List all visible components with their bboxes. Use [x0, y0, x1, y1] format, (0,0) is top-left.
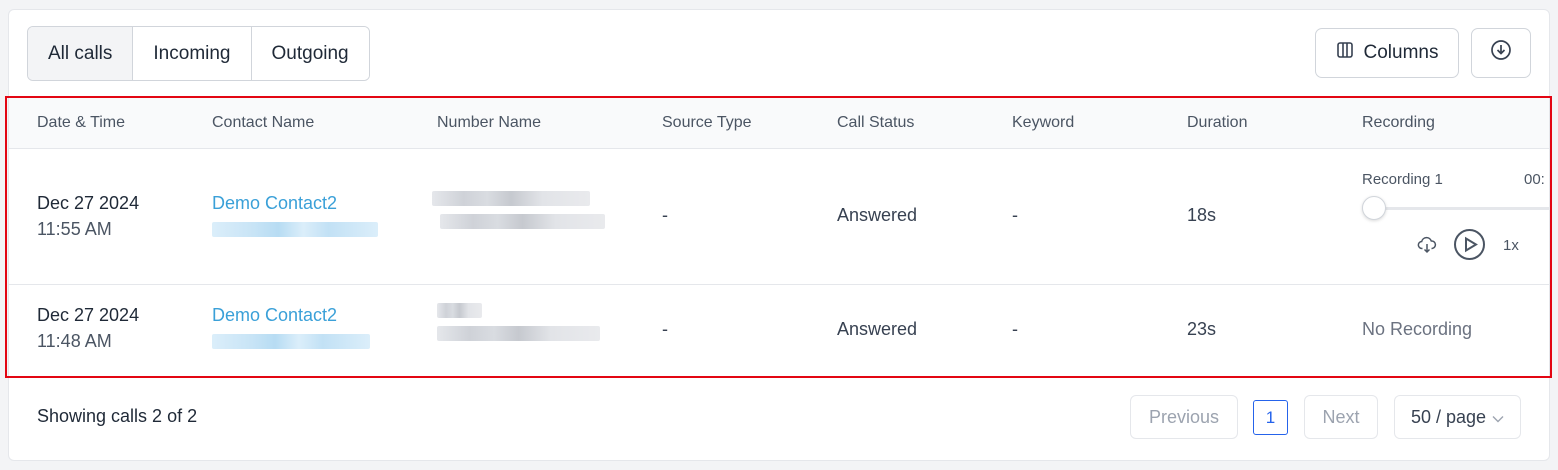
tab-incoming[interactable]: Incoming [133, 27, 252, 80]
page-size-value: 50 / page [1410, 406, 1487, 427]
no-recording-text: No Recording [1362, 319, 1473, 339]
call-filter-tabs: All calls Incoming Outgoing [27, 26, 370, 81]
header-recording[interactable]: Recording [1362, 96, 1435, 149]
download-button[interactable] [1471, 28, 1531, 78]
source-type-cell: - [662, 205, 668, 225]
download-recording-icon[interactable] [1417, 235, 1437, 260]
contact-link[interactable]: Demo Contact2 [212, 305, 382, 326]
header-source-type[interactable]: Source Type [662, 96, 752, 149]
call-status-cell: Answered [837, 319, 918, 339]
call-status-cell: Answered [837, 205, 918, 225]
contact-cell: Demo Contact2 [212, 305, 382, 349]
tab-all-calls[interactable]: All calls [28, 27, 134, 80]
header-duration[interactable]: Duration [1187, 96, 1247, 149]
header-date-time[interactable]: Date & Time [37, 96, 125, 149]
calls-table: Date & Time Contact Name Number Name Sou… [9, 96, 1549, 378]
columns-label: Columns [1363, 42, 1439, 63]
page-size-select[interactable]: 50 / page [1394, 395, 1521, 439]
chevron-down-icon [1492, 407, 1504, 428]
call-date: Dec 27 2024 [37, 305, 140, 325]
call-time: 11:55 AM [37, 219, 112, 239]
redacted-number [440, 214, 605, 229]
next-page-button[interactable]: Next [1304, 395, 1378, 439]
columns-icon [1336, 41, 1354, 65]
redacted-phone [212, 222, 378, 237]
keyword-cell: - [1012, 205, 1018, 225]
recording-progress-track[interactable] [1372, 207, 1549, 210]
date-time-cell: Dec 27 2024 11:55 AM [37, 193, 139, 240]
redacted-number [437, 326, 600, 341]
header-contact-name[interactable]: Contact Name [212, 96, 314, 149]
date-time-cell: Dec 27 2024 11:48 AM [37, 305, 139, 352]
table-row[interactable]: Dec 27 2024 11:55 AM Demo Contact2 - Ans… [9, 149, 1549, 285]
redacted-number-name [432, 191, 590, 206]
recording-time: 00: [1524, 171, 1545, 188]
header-number-name[interactable]: Number Name [437, 96, 541, 149]
contact-cell: Demo Contact2 [212, 193, 382, 237]
download-circle-icon [1490, 39, 1512, 67]
duration-cell: 18s [1187, 205, 1217, 225]
recording-label: Recording 1 [1362, 171, 1443, 188]
play-icon[interactable] [1453, 228, 1486, 266]
header-keyword[interactable]: Keyword [1012, 96, 1074, 149]
calls-count-summary: Showing calls 2 of 2 [37, 406, 198, 426]
number-name-cell [432, 191, 612, 229]
number-name-cell [437, 303, 607, 341]
redacted-phone [212, 334, 370, 349]
recording-progress-handle[interactable] [1362, 196, 1386, 220]
calls-card: All calls Incoming Outgoing Columns Date… [8, 9, 1550, 461]
playback-speed[interactable]: 1x [1503, 237, 1519, 254]
source-type-cell: - [662, 319, 668, 339]
table-header: Date & Time Contact Name Number Name Sou… [9, 96, 1549, 149]
duration-cell: 23s [1187, 319, 1217, 339]
tab-outgoing[interactable]: Outgoing [251, 27, 369, 80]
call-date: Dec 27 2024 [37, 193, 140, 213]
table-row[interactable]: Dec 27 2024 11:48 AM Demo Contact2 - Ans… [9, 285, 1549, 378]
call-time: 11:48 AM [37, 331, 112, 351]
contact-link[interactable]: Demo Contact2 [212, 193, 382, 214]
redacted-number-name [437, 303, 482, 318]
keyword-cell: - [1012, 319, 1018, 339]
page-number-button[interactable]: 1 [1253, 400, 1288, 435]
previous-page-button[interactable]: Previous [1130, 395, 1238, 439]
header-call-status[interactable]: Call Status [837, 96, 914, 149]
columns-button[interactable]: Columns [1315, 28, 1459, 78]
recording-player: Recording 1 00: 1x [1362, 171, 1549, 271]
